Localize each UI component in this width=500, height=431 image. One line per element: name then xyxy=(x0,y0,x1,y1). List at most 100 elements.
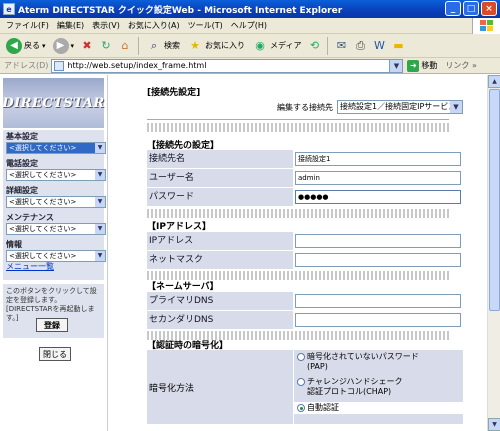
nav-label-phone: 電話設定 xyxy=(6,159,38,168)
page-icon xyxy=(54,60,65,71)
vertical-scrollbar[interactable]: ▲ ▼ xyxy=(487,75,500,431)
table-row: セカンダリDNS xyxy=(147,311,463,329)
ip-address-label: IPアドレス xyxy=(147,232,293,250)
ip-table: IPアドレス ネットマスク xyxy=(147,232,463,270)
favorites-button[interactable]: ★ お気に入り xyxy=(185,36,247,56)
windows-logo-icon xyxy=(472,18,500,34)
table-row: 接続先名 xyxy=(147,150,463,168)
media-icon: ◉ xyxy=(255,39,265,52)
radio-option-pap[interactable]: 暗号化されていないパスワード (PAP) xyxy=(294,352,463,372)
stop-icon[interactable]: ✖ xyxy=(79,38,95,54)
edit-icon[interactable]: W xyxy=(371,38,387,54)
refresh-icon[interactable]: ↻ xyxy=(98,38,114,54)
radio-auto[interactable] xyxy=(297,404,305,412)
address-input[interactable]: http://web.setup/index_frame.html ▼ xyxy=(51,58,404,73)
toolbar: ◀ 戻る ▾ ▶ ▾ ✖ ↻ ⌂ ⌕ 検索 ★ お気に入り ◉ メディア ⟲ ✉… xyxy=(0,34,500,58)
nav-select-advanced[interactable]: <選択してください> ▼ xyxy=(6,196,106,208)
radio-option-auto[interactable]: 自動認証 xyxy=(294,402,463,414)
ip-address-field[interactable] xyxy=(295,234,461,248)
chevron-down-icon: ▼ xyxy=(95,143,105,153)
nav-select-maintenance[interactable]: <選択してください> ▼ xyxy=(6,223,106,235)
menu-edit[interactable]: 編集(E) xyxy=(57,20,84,31)
register-button[interactable]: 登録 xyxy=(36,318,68,332)
page-title: [接続先設定] xyxy=(147,88,201,98)
forward-arrow-icon: ▶ xyxy=(52,37,69,54)
password-field[interactable] xyxy=(295,190,461,204)
window-title: Aterm DIRECTSTAR クイック設定Web - Microsoft I… xyxy=(18,5,343,16)
links-button[interactable]: リンク » xyxy=(445,60,476,71)
dotted-divider xyxy=(147,209,449,218)
address-dropdown-icon[interactable]: ▼ xyxy=(389,59,403,72)
back-button[interactable]: ◀ 戻る ▾ xyxy=(4,36,48,56)
username-label: ユーザー名 xyxy=(147,169,293,187)
menu-file[interactable]: ファイル(F) xyxy=(6,20,49,31)
radio-chap[interactable] xyxy=(297,378,305,386)
secondary-dns-field[interactable] xyxy=(295,313,461,327)
netmask-label: ネットマスク xyxy=(147,251,293,269)
encryption-options: 暗号化されていないパスワード (PAP) チャレンジハンドシェーク 認証プロトコル(… xyxy=(294,350,463,424)
encryption-table: 暗号化方法 暗号化されていないパスワード (PAP) チャレンジハンドシェーク 認証… xyxy=(147,350,463,424)
menu-bar: ファイル(F) 編集(E) 表示(V) お気に入り(A) ツール(T) ヘルプ(… xyxy=(0,18,500,34)
menu-list-link[interactable]: メニュー一覧 xyxy=(6,261,54,272)
menu-help[interactable]: ヘルプ(H) xyxy=(231,20,267,31)
username-field[interactable] xyxy=(295,171,461,185)
divider xyxy=(147,119,449,120)
search-button[interactable]: ⌕ 検索 xyxy=(144,36,182,56)
dns-table: プライマリDNS セカンダリDNS xyxy=(147,292,463,330)
page-content: DIRECTSTAR 基本設定 <選択してください> ▼ 電話設定 <選択してくだ… xyxy=(0,75,500,431)
nav-select-basic[interactable]: <選択してください> ▼ xyxy=(6,142,106,154)
address-label: アドレス(D) xyxy=(4,61,49,70)
nav-select-phone[interactable]: <選択してください> ▼ xyxy=(6,169,106,181)
edit-target-label: 編集する接続先 xyxy=(277,103,333,112)
scroll-thumb[interactable] xyxy=(489,89,500,311)
ie-icon: e xyxy=(3,3,15,15)
chevron-down-icon: ▼ xyxy=(95,170,105,180)
table-row: ネットマスク xyxy=(147,251,463,269)
go-arrow-icon: ➜ xyxy=(407,59,420,72)
minimize-button[interactable]: _ xyxy=(445,1,461,16)
radio-pap[interactable] xyxy=(297,353,305,361)
netmask-field[interactable] xyxy=(295,253,461,267)
connection-table: 接続先名 ユーザー名 パスワード xyxy=(147,150,463,207)
dotted-divider xyxy=(147,123,449,132)
back-arrow-icon: ◀ xyxy=(6,37,22,54)
edit-target: 編集する接続先 接続設定1／接続固定IPサービス ▼ xyxy=(277,100,463,114)
nav-panel: 基本設定 <選択してください> ▼ 電話設定 <選択してください> ▼ 詳細設定 <… xyxy=(3,130,106,280)
edit-target-select[interactable]: 接続設定1／接続固定IPサービス ▼ xyxy=(337,100,463,114)
primary-dns-label: プライマリDNS xyxy=(147,292,293,310)
close-page-button[interactable]: 閉じる xyxy=(39,347,71,361)
scroll-up-icon[interactable]: ▲ xyxy=(488,75,500,88)
nav-label-advanced: 詳細設定 xyxy=(6,186,38,195)
media-button[interactable]: ◉ メディア xyxy=(250,36,303,56)
star-icon: ★ xyxy=(190,39,200,52)
history-icon[interactable]: ⟲ xyxy=(306,38,322,54)
folder-icon[interactable]: ▬ xyxy=(390,38,406,54)
radio-option-chap[interactable]: チャレンジハンドシェーク 認証プロトコル(CHAP) xyxy=(294,377,463,397)
table-row: IPアドレス xyxy=(147,232,463,250)
mail-icon[interactable]: ✉ xyxy=(333,38,349,54)
sidebar: DIRECTSTAR 基本設定 <選択してください> ▼ 電話設定 <選択してくだ… xyxy=(0,75,108,431)
dns-heading: 【ネームサーバ】 xyxy=(147,282,219,292)
go-button[interactable]: ➜ 移動 xyxy=(407,59,437,72)
menu-favorites[interactable]: お気に入り(A) xyxy=(128,20,180,31)
scroll-down-icon[interactable]: ▼ xyxy=(488,418,500,431)
ip-heading: 【IPアドレス】 xyxy=(147,222,211,232)
address-bar: アドレス(D) http://web.setup/index_frame.htm… xyxy=(0,58,500,74)
search-icon: ⌕ xyxy=(150,38,158,52)
chevron-down-icon: ▼ xyxy=(95,251,105,261)
password-label: パスワード xyxy=(147,188,293,206)
menu-tools[interactable]: ツール(T) xyxy=(188,20,223,31)
forward-button[interactable]: ▶ ▾ xyxy=(51,36,77,56)
table-row: プライマリDNS xyxy=(147,292,463,310)
nav-label-info: 情報 xyxy=(6,240,22,249)
connection-name-field[interactable] xyxy=(295,152,461,166)
home-icon[interactable]: ⌂ xyxy=(117,38,133,54)
encryption-method-label: 暗号化方法 xyxy=(147,350,293,424)
connection-name-label: 接続先名 xyxy=(147,150,293,168)
menu-view[interactable]: 表示(V) xyxy=(92,20,120,31)
chevron-down-icon: ▼ xyxy=(95,197,105,207)
print-icon[interactable]: ⎙ xyxy=(352,38,368,54)
close-button[interactable]: × xyxy=(481,1,497,16)
maximize-button[interactable]: □ xyxy=(463,1,479,16)
primary-dns-field[interactable] xyxy=(295,294,461,308)
